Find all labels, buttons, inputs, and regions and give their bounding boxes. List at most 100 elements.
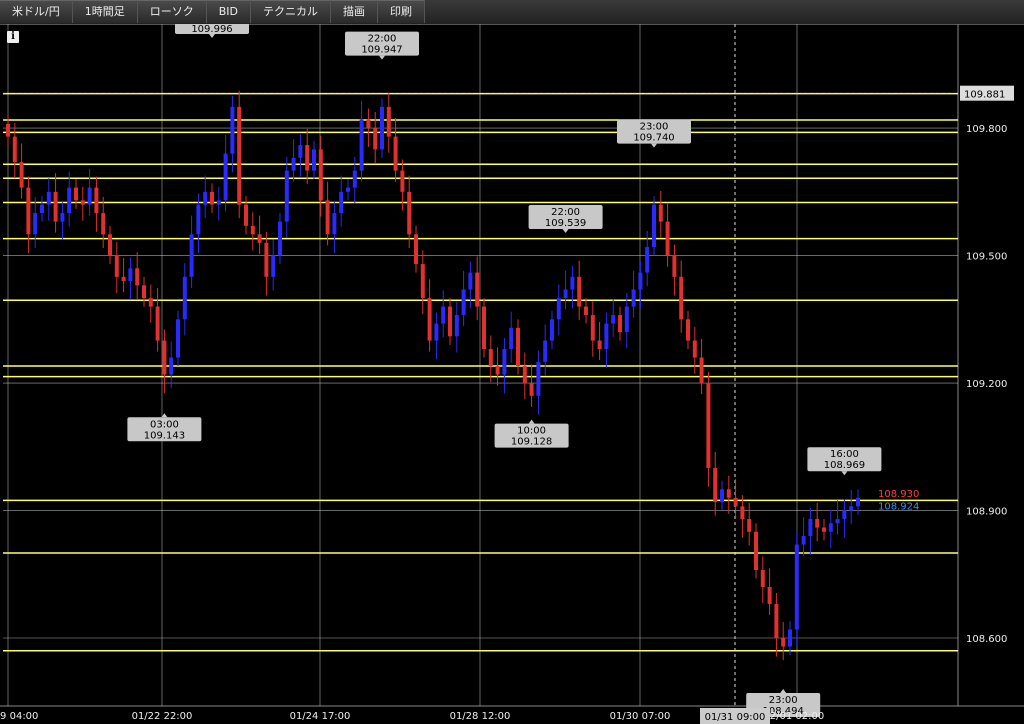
candle-body bbox=[475, 272, 480, 307]
candle-body bbox=[822, 527, 826, 532]
candle-body bbox=[210, 191, 214, 205]
callout-price: 108.969 bbox=[824, 460, 865, 471]
callout-price: 109.143 bbox=[144, 430, 185, 441]
candle-body bbox=[754, 531, 758, 571]
candle-body bbox=[305, 145, 310, 171]
callout-pointer bbox=[379, 55, 385, 60]
candle-body bbox=[94, 187, 99, 214]
candle-body bbox=[665, 221, 670, 256]
callout-time: 23:00 bbox=[640, 122, 669, 133]
callout-pointer bbox=[528, 419, 535, 424]
candlestick-chart[interactable]: 109.99622:00109.94703:00109.14322:00109.… bbox=[0, 24, 1024, 724]
candle-body bbox=[312, 149, 316, 171]
info-icon[interactable]: i bbox=[7, 31, 19, 43]
candle-body bbox=[672, 255, 677, 277]
candle-body bbox=[611, 315, 616, 324]
candle-body bbox=[488, 349, 493, 367]
chart-type-button[interactable]: ローソク bbox=[137, 0, 207, 23]
price-tick-label: 109.800 bbox=[966, 124, 1007, 135]
timeframe-button[interactable]: 1時間足 bbox=[72, 0, 138, 23]
currency-pair-button[interactable]: 米ドル/円 bbox=[0, 0, 73, 23]
candle-body bbox=[482, 306, 486, 350]
candle-body bbox=[747, 519, 752, 532]
candle-body bbox=[597, 340, 602, 350]
candle-body bbox=[733, 497, 738, 507]
candle-body bbox=[726, 489, 731, 498]
candle-body bbox=[393, 136, 398, 171]
candle-body bbox=[121, 276, 126, 282]
callout-time: 22:00 bbox=[551, 207, 580, 218]
candle-body bbox=[543, 340, 548, 362]
time-tick-label: 01/24 17:00 bbox=[290, 711, 351, 722]
bid-ask-button[interactable]: BID bbox=[206, 0, 251, 23]
candle-body bbox=[577, 276, 582, 307]
candle-body bbox=[468, 272, 473, 290]
candle-body bbox=[794, 544, 799, 630]
candle-body bbox=[223, 153, 228, 201]
candle-body bbox=[856, 497, 860, 507]
candle-body bbox=[380, 106, 384, 150]
price-callout: 16:00108.969 bbox=[807, 447, 882, 476]
candle-body bbox=[108, 234, 112, 256]
time-tick-label: 01/30 07:00 bbox=[610, 711, 671, 722]
candle-body bbox=[182, 276, 187, 320]
candle-body bbox=[291, 157, 296, 171]
candle-body bbox=[563, 289, 568, 299]
candle-body bbox=[686, 319, 690, 341]
callout-price: 109.128 bbox=[511, 437, 552, 448]
candle-body bbox=[196, 204, 201, 235]
candle-body bbox=[257, 234, 262, 243]
candle-body bbox=[427, 298, 432, 341]
candle-body bbox=[536, 361, 541, 396]
callout-time: 16:00 bbox=[830, 449, 859, 460]
time-tick-label: 2/01 02:00 bbox=[770, 711, 824, 722]
candle-body bbox=[550, 319, 554, 341]
candle-body bbox=[12, 136, 17, 163]
time-tick-label: 01/22 22:00 bbox=[132, 711, 193, 722]
candle-body bbox=[203, 191, 208, 205]
candle-body bbox=[441, 306, 446, 324]
candle-body bbox=[19, 162, 24, 188]
candle-body bbox=[788, 629, 792, 647]
candle-body bbox=[645, 247, 650, 273]
candle-body bbox=[407, 191, 412, 235]
callout-price: 109.996 bbox=[191, 24, 232, 35]
price-callout: 22:00109.947 bbox=[345, 31, 419, 60]
candle-body bbox=[604, 323, 609, 350]
candle-body bbox=[169, 357, 174, 375]
candle-body bbox=[162, 340, 167, 375]
candle-body bbox=[284, 170, 289, 222]
candles-layer bbox=[6, 90, 860, 661]
candle-body bbox=[740, 506, 745, 520]
candle-body bbox=[842, 510, 847, 520]
candle-body bbox=[638, 272, 643, 290]
candle-body bbox=[189, 234, 194, 277]
callout-price: 109.539 bbox=[545, 218, 586, 229]
bid-price-label: 108.924 bbox=[878, 501, 919, 512]
candle-body bbox=[26, 187, 31, 235]
candle-body bbox=[53, 191, 58, 222]
drawing-button[interactable]: 描画 bbox=[330, 0, 378, 23]
candle-body bbox=[216, 200, 221, 205]
candle-body bbox=[237, 106, 242, 205]
candle-body bbox=[454, 315, 459, 337]
price-tick-label: 108.900 bbox=[966, 507, 1007, 518]
candle-body bbox=[128, 268, 133, 282]
technical-button[interactable]: テクニカル bbox=[250, 0, 331, 23]
candle-body bbox=[461, 289, 466, 316]
candle-body bbox=[767, 587, 772, 605]
candle-body bbox=[781, 638, 786, 647]
callout-price: 109.947 bbox=[361, 45, 402, 56]
price-callout: 22:00109.539 bbox=[528, 205, 603, 234]
candle-body bbox=[101, 213, 106, 235]
print-button[interactable]: 印刷 bbox=[377, 0, 425, 23]
candle-body bbox=[359, 119, 364, 171]
candle-body bbox=[250, 225, 255, 235]
candle-body bbox=[706, 383, 711, 469]
callout-pointer bbox=[651, 143, 657, 148]
candle-body bbox=[176, 319, 180, 358]
support-resistance-lines bbox=[3, 24, 958, 706]
candle-body bbox=[40, 204, 44, 214]
toolbar: 米ドル/円 1時間足 ローソク BID テクニカル 描画 印刷 bbox=[0, 0, 1024, 25]
candle-body bbox=[318, 149, 323, 201]
